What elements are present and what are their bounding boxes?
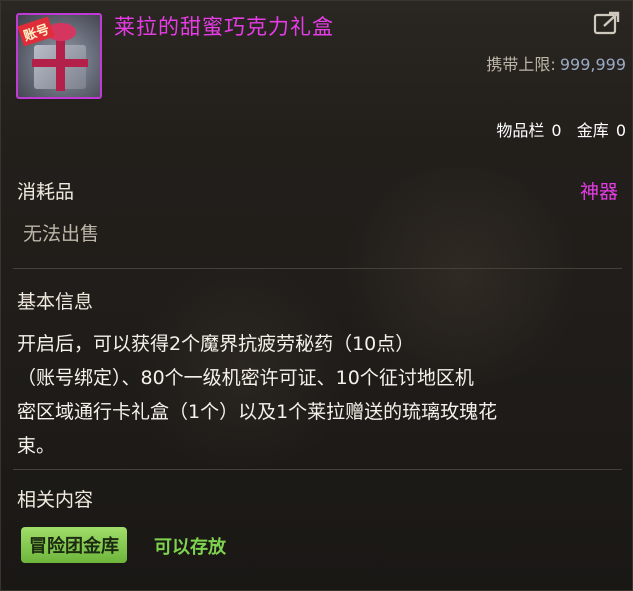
inventory-label: 物品栏 [496,121,545,140]
adventure-vault-button[interactable]: 冒险团金库 [21,527,127,563]
item-rarity: 神器 [579,181,618,203]
storage-note: 可以存放 [154,537,226,558]
item-tooltip: 账号 莱拉的甜蜜巧克力礼盒 携带上限: 999,999 物品栏 0 金库 0 消耗… [0,0,633,591]
section-divider [13,268,622,269]
vault-label: 金库 [576,121,609,140]
carry-limit: 携带上限: 999,999 [486,51,626,75]
carry-limit-label: 携带上限: [486,55,556,74]
related-content-title: 相关内容 [17,489,94,511]
share-icon[interactable] [592,9,622,37]
inventory-count: 0 [551,121,562,140]
tooltip-header: 账号 莱拉的甜蜜巧克力礼盒 携带上限: 999,999 物品栏 0 金库 0 [1,1,632,146]
gift-ribbon-horizontal [32,59,88,67]
vault-count: 0 [615,121,626,140]
item-name: 莱拉的甜蜜巧克力礼盒 [114,15,334,39]
section-divider [13,469,622,470]
carry-limit-value: 999,999 [559,55,626,74]
gift-box-icon: 账号 [16,13,102,99]
item-description: 开启后，可以获得2个魔界抗疲劳秘药（10点） （账号绑定）、80个一级机密许可证… [17,333,498,457]
share-icon-graphic [593,11,620,35]
storage-counts: 物品栏 0 金库 0 [494,117,626,141]
tooltip-body: 消耗品 神器 无法出售 基本信息 开启后，可以获得2个魔界抗疲劳秘药（10点） … [1,147,632,590]
item-category: 消耗品 [17,181,75,203]
account-bound-tag: 账号 [18,16,55,47]
sell-status: 无法出售 [23,223,100,245]
basic-info-title: 基本信息 [17,291,94,313]
